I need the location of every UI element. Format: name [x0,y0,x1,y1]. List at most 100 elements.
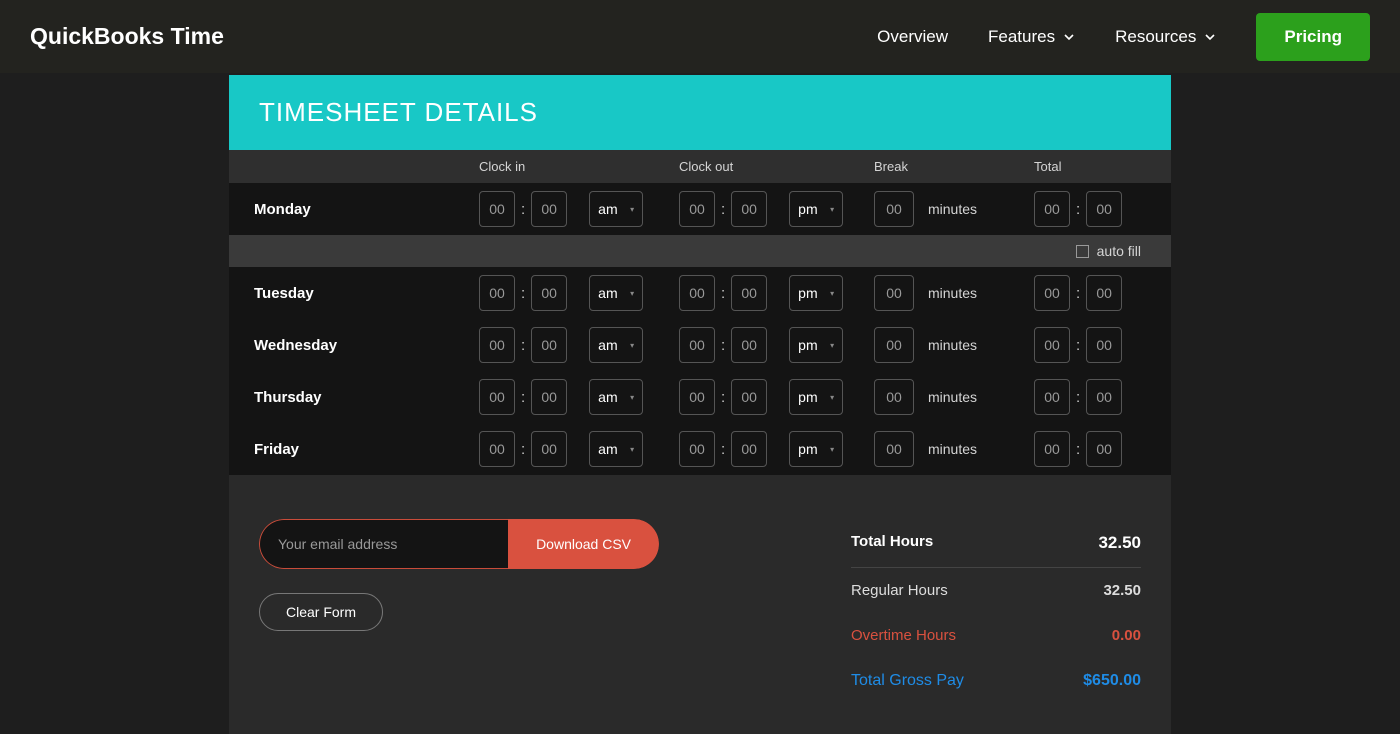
ampm-value: am [598,201,617,217]
minute-input[interactable]: 00 [731,431,767,467]
minutes-label: minutes [928,389,977,405]
nav-features-label: Features [988,27,1055,47]
colon: : [1074,441,1082,458]
summary: Total Hours 32.50 Regular Hours 32.50 Ov… [851,519,1141,704]
nav-features[interactable]: Features [988,27,1075,47]
hour-input[interactable]: 00 [479,275,515,311]
break-input[interactable]: 00 [874,275,914,311]
hour-input[interactable]: 00 [479,379,515,415]
minute-input[interactable]: 00 [731,191,767,227]
minute-input[interactable]: 00 [531,379,567,415]
ampm-value: pm [798,337,817,353]
timesheet-row: Wednesday00:00am▾00:00pm▾00minutes00:00 [229,319,1171,371]
colon: : [719,201,727,218]
total-hours: 00 [1034,379,1070,415]
sheet-header: TIMESHEET DETAILS [229,75,1171,150]
sheet-footer: Your email address Download CSV Clear Fo… [229,475,1171,734]
autofill-row: auto fill [229,235,1171,267]
ampm-select[interactable]: pm ▾ [789,379,843,415]
break-group: 00minutes [874,275,1034,311]
ampm-select[interactable]: am ▾ [589,275,643,311]
nav-resources[interactable]: Resources [1115,27,1216,47]
chevron-down-icon: ▾ [630,289,634,298]
page: TIMESHEET DETAILS Clock in Clock out Bre… [0,73,1400,734]
ampm-select[interactable]: pm▾ [789,327,843,363]
nav-links: Overview Features Resources Pricing [877,13,1370,61]
break-input[interactable]: 00 [874,191,914,227]
day-label: Thursday [229,389,479,406]
chevron-down-icon: ▾ [830,445,834,454]
total-group: 00:00 [1034,327,1174,363]
autofill-label: auto fill [1097,243,1141,259]
colon: : [719,285,727,302]
ampm-value: am [598,441,617,457]
pricing-button[interactable]: Pricing [1256,13,1370,61]
summary-ot-value: 0.00 [1112,627,1141,644]
break-input[interactable]: 00 [874,379,914,415]
summary-total-hours-label: Total Hours [851,533,933,553]
hour-input[interactable]: 00 [679,379,715,415]
ampm-value: pm [798,201,817,217]
hour-input[interactable]: 00 [479,431,515,467]
hour-input[interactable]: 00 [679,191,715,227]
ampm-value: pm [798,441,817,457]
break-input[interactable]: 00 [874,431,914,467]
hour-input[interactable]: 00 [479,327,515,363]
summary-gross-pay: Total Gross Pay $650.00 [851,658,1141,704]
minute-input[interactable]: 00 [731,379,767,415]
clock-out-group: 00:00 pm▾ [679,191,874,227]
summary-gross-label: Total Gross Pay [851,672,964,690]
email-input[interactable]: Your email address [259,519,508,569]
ampm-select[interactable]: am▾ [589,379,643,415]
minute-input[interactable]: 00 [531,275,567,311]
minute-input[interactable]: 00 [531,327,567,363]
clock-in-group: 00:00am▾ [479,379,679,415]
ampm-select[interactable]: pm ▾ [789,431,843,467]
total-minutes: 00 [1086,275,1122,311]
nav-overview-label: Overview [877,27,948,47]
summary-ot-label: Overtime Hours [851,627,956,644]
summary-total-hours: Total Hours 32.50 [851,519,1141,568]
hour-input[interactable]: 00 [679,327,715,363]
summary-total-hours-value: 32.50 [1098,533,1141,553]
day-label: Wednesday [229,337,479,354]
chevron-down-icon: ▾ [630,341,634,350]
minute-input[interactable]: 00 [531,431,567,467]
hour-input[interactable]: 00 [679,431,715,467]
ampm-select[interactable]: am▾ [589,327,643,363]
total-hours: 00 [1034,327,1070,363]
summary-regular-label: Regular Hours [851,582,948,599]
clock-in-group: 00:00 am▾ [479,431,679,467]
ampm-value: am [598,285,617,301]
colon: : [519,441,527,458]
summary-gross-value: $650.00 [1083,672,1141,690]
break-group: 00minutes [874,327,1034,363]
hour-input[interactable]: 00 [479,191,515,227]
minutes-label: minutes [928,441,977,457]
summary-regular-hours: Regular Hours 32.50 [851,568,1141,613]
ampm-select[interactable]: pm▾ [789,191,843,227]
hour-input[interactable]: 00 [679,275,715,311]
break-input[interactable]: 00 [874,327,914,363]
colon: : [719,337,727,354]
download-csv-button[interactable]: Download CSV [508,519,659,569]
ampm-select[interactable]: pm▾ [789,275,843,311]
colon: : [719,389,727,406]
total-hours: 00 [1034,431,1070,467]
ampm-select[interactable]: am▾ [589,191,643,227]
nav-resources-label: Resources [1115,27,1196,47]
email-row: Your email address Download CSV [259,519,659,569]
total-group: 00:00 [1034,275,1174,311]
minute-input[interactable]: 00 [731,275,767,311]
autofill-checkbox[interactable] [1076,245,1089,258]
chevron-down-icon: ▾ [830,393,834,402]
clock-out-group: 00:00 pm ▾ [679,379,874,415]
minute-input[interactable]: 00 [531,191,567,227]
clear-form-button[interactable]: Clear Form [259,593,383,631]
column-headers: Clock in Clock out Break Total [229,150,1171,183]
total-hours: 00 [1034,275,1070,311]
ampm-value: pm [798,389,817,405]
ampm-select[interactable]: am▾ [589,431,643,467]
nav-overview[interactable]: Overview [877,27,948,47]
minute-input[interactable]: 00 [731,327,767,363]
